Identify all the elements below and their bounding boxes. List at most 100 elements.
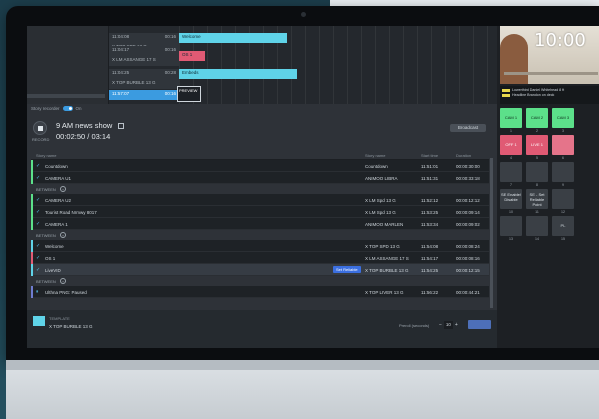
add-item-icon[interactable]: + [60,277,66,284]
control-pane: 10:00 Lowerthird Daniel Whitehead 8 ft H… [497,26,599,348]
cell-duration: 00:00:09:02 [456,221,480,227]
broadcast-button[interactable]: Broadcast [450,124,486,132]
divider-label: BETWEEN [36,233,56,238]
macro-button[interactable] [552,189,574,209]
set-reliable-badge[interactable]: Set Reliable [333,266,361,273]
table-row[interactable]: ✓ Tourist Road Nrmwy 8017 X LM Spd 13 G 11:… [31,206,489,218]
macro-button[interactable]: CAM 1 [500,108,522,128]
macro-button-number: 10 [509,210,513,214]
timeline-row-duration: 00:16 [164,34,176,39]
open-external-icon[interactable] [118,123,124,129]
timeline-row-time: 11:04:08 [112,34,130,39]
playhead-label: PREVIEW [179,88,198,93]
story-recorder-label: Story recorder [31,106,60,111]
cell-story: X LM Spd 13 G [365,209,396,215]
macro-button[interactable]: CAM 3 [552,108,574,128]
timeline-row-duration: 00:16 [164,47,176,52]
preroll-value[interactable]: 10 [443,321,453,329]
timeline-selected-time: 11:57:07 [112,91,130,96]
macro-button[interactable]: PL [552,216,574,236]
macro-button-number: 13 [509,237,513,241]
table-header: Story name Story name Start time Duratio… [31,152,489,160]
lower-third-item[interactable]: Headline Brandon on deck [502,93,597,98]
cell-story: X LM Spd 13 G [365,197,396,203]
macro-button[interactable] [552,162,574,182]
row-color-bar [31,160,33,172]
table-body: ✓ Countdown Countdown 11:51:01 00:00:30:00 ✓ C… [31,160,489,298]
cell-start: 11:52:12 [421,197,439,203]
table-row[interactable]: ✓ CAMERA U2 X LM Spd 13 G 11:52:12 00:00:12:… [31,194,489,206]
macro-button[interactable]: OFF 1 [500,135,522,155]
timeline-block[interactable]: OS 1 [179,51,205,61]
macro-button[interactable]: SE Enable/ Disable [500,189,522,209]
divider-label: BETWEEN [36,187,56,192]
timeline-preview-column [27,26,109,104]
preroll-stepper[interactable]: − 10 + [439,321,458,329]
add-item-icon[interactable]: + [60,185,66,192]
timeline-scrollbar[interactable] [27,94,105,98]
macro-button-number: 6 [562,156,564,160]
lower-third-text: Headline Brandon on deck [512,93,555,97]
template-name: X TOP BURBLE 13 G [49,324,93,329]
timeline-row-label: X TOP BURBLE 13 G [109,79,179,90]
timeline-row-selected[interactable]: 11:57:07 00:16 [109,90,179,101]
timeline-block[interactable]: Welcome [179,33,287,43]
story-recorder: Story recorder On [31,106,82,111]
presenter-image [500,34,528,84]
row-color-bar [31,264,33,276]
table-row[interactable]: ⏸ Ulthna PNG: Paused X TOP LIVER 13 G 11:56… [31,286,489,298]
macro-button[interactable] [526,162,548,182]
cell-story: X TOP SPD 13 G [365,243,400,249]
timeline-selected-duration: 00:16 [164,91,176,96]
cell-name: Tourist Road Nrmwy 8017 [45,209,97,215]
macro-button[interactable]: LIVE 1 [526,135,548,155]
table-row[interactable]: ✓ Welcome X TOP SPD 13 G 11:54:08 00:00:08:2… [31,240,489,252]
preroll-label: Preroll (seconds) [399,323,430,328]
macro-button[interactable]: CAM 2 [526,108,548,128]
macro-button[interactable]: SE - Set Reliable Point [526,189,548,209]
cell-story: ANIMOO LIBRA [365,175,398,181]
footer-bar: TEMPLATE X TOP BURBLE 13 G Preroll (seco… [27,310,497,348]
cell-name: CAMERA U2 [45,197,72,203]
macro-button-number: 4 [510,156,512,160]
check-icon: ✓ [36,197,41,203]
cell-name: CAMERA 1 [45,221,68,227]
check-icon: ✓ [36,163,41,169]
table-row[interactable]: ✓ CAMERA U1 ANIMOO LIBRA 11:51:31 00:00:33:1… [31,172,489,184]
cell-duration: 00:00:12:15 [456,267,480,273]
story-recorder-toggle[interactable] [62,106,73,111]
increment-icon[interactable]: + [455,322,458,328]
cell-start: 11:51:31 [421,175,439,181]
timeline[interactable]: 11:04:0800:16X TOP SPD 13 G11:04:1700:16… [27,26,497,104]
apply-button[interactable] [468,320,491,329]
monitor-chin-edge [6,360,599,370]
timeline-playhead[interactable]: PREVIEW [177,86,201,102]
check-icon: ✓ [36,267,41,273]
record-stop-button[interactable] [33,121,47,135]
macro-button[interactable] [500,216,522,236]
macro-button-number: 14 [535,237,539,241]
cell-name: Countdown [45,163,68,169]
macro-button[interactable] [552,135,574,155]
cell-name: Welcome [45,243,64,249]
decrement-icon[interactable]: − [439,322,442,328]
show-timer: 00:02:50 / 03:14 [56,132,111,141]
macro-button[interactable] [526,216,548,236]
table-row[interactable]: ✓ OS 1 X LM ASSANGE 17 S 11:54:17 00:00:08:1… [31,252,489,264]
check-icon: ✓ [36,243,41,249]
cell-duration: 00:00:08:24 [456,243,480,249]
table-scrollbar[interactable] [490,158,493,308]
timeline-block[interactable]: Embeds [179,69,297,79]
table-row[interactable]: ✓ CAMERA 1 ANIMOO MARLEN 11:53:34 00:00:09:0… [31,218,489,230]
cell-name: CAMERA U1 [45,175,72,181]
cell-start: 11:51:01 [421,163,439,169]
cell-duration: 00:00:30:00 [456,163,480,169]
add-item-icon[interactable]: + [60,231,66,238]
monitor-progress [504,72,598,75]
table-row[interactable]: ✓ LiveVID X TOP BURBLE 13 G 11:54:25 00:00:1… [31,264,489,276]
table-row[interactable]: ✓ Countdown Countdown 11:51:01 00:00:30:00 [31,160,489,172]
macro-button[interactable] [500,162,522,182]
rundown-pane: 11:04:08 00:16 X TOP SPD 13 G 11:04:17 00:16… [27,26,497,348]
column-header-name: Story name [36,153,57,158]
pause-icon: ⏸ [36,289,39,295]
